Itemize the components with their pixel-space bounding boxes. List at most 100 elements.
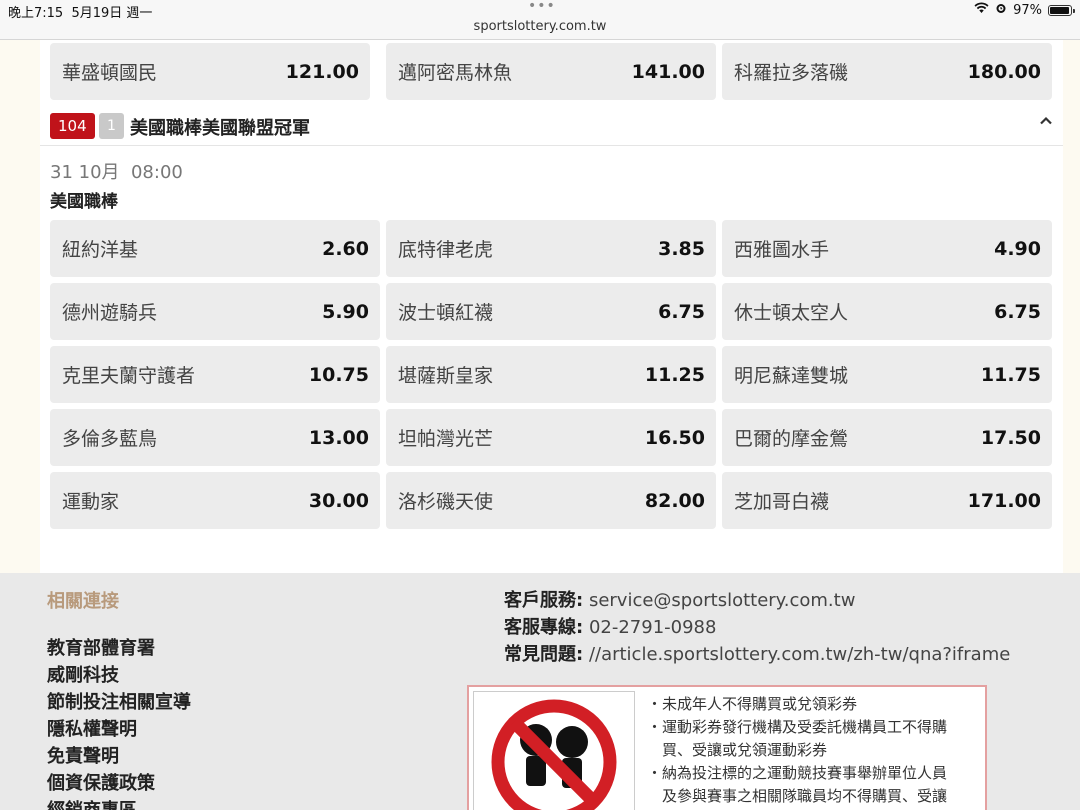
contact-phone-number[interactable]: 02-2791-0988 — [589, 617, 717, 638]
footer-link[interactable]: 教育部體育署 — [47, 635, 191, 662]
selection-odds: 121.00 — [285, 60, 359, 83]
selection-name: 邁阿密馬林魚 — [398, 62, 513, 84]
selection-cell[interactable]: 多倫多藍鳥 13.00 — [50, 409, 380, 466]
selection-odds: 10.75 — [308, 363, 369, 386]
faq-link[interactable]: //article.sportslottery.com.tw/zh-tw/qna… — [589, 644, 1010, 665]
event-league: 美國職棒 — [50, 192, 118, 212]
selection-name: 坦帕灣光芒 — [398, 428, 494, 450]
selection-cell[interactable]: 華盛頓國民 121.00 — [50, 43, 370, 100]
market-header[interactable]: 104 1 美國職棒美國聯盟冠軍 — [40, 102, 1063, 146]
contact-label: 常見問題: — [504, 644, 584, 665]
selection-cell[interactable]: 坦帕灣光芒 16.50 — [386, 409, 716, 466]
selection-cell[interactable]: 巴爾的摩金鶯 17.50 — [722, 409, 1052, 466]
selection-odds: 2.60 — [322, 237, 369, 260]
contact-faq: 常見問題: //article.sportslottery.com.tw/zh-… — [504, 641, 1010, 668]
selection-cell[interactable]: 底特律老虎 3.85 — [386, 220, 716, 277]
selection-name: 華盛頓國民 — [62, 62, 158, 84]
selection-cell[interactable]: 波士頓紅襪 6.75 — [386, 283, 716, 340]
selection-odds: 171.00 — [967, 489, 1041, 512]
selection-odds: 4.90 — [994, 237, 1041, 260]
selection-cell[interactable]: 德州遊騎兵 5.90 — [50, 283, 380, 340]
selection-odds: 30.00 — [308, 489, 369, 512]
contact-service: 客戶服務: service@sportslottery.com.tw — [504, 587, 1010, 614]
notice-line: ・納為投注標的之運動競技賽事舉辦單位人員 — [647, 764, 948, 782]
battery-percent: 97% — [1013, 2, 1042, 18]
selection-cell[interactable]: 明尼蘇達雙城 11.75 — [722, 346, 1052, 403]
contact-label: 客戶服務: — [504, 590, 584, 611]
selection-name: 多倫多藍鳥 — [62, 428, 158, 450]
selection-name: 科羅拉多落磯 — [734, 62, 849, 84]
selection-odds: 141.00 — [631, 60, 705, 83]
selection-odds: 6.75 — [994, 300, 1041, 323]
notice-line: ・運動彩券發行機構及受委託機構員工不得購 — [647, 718, 948, 736]
contact-phone: 客服專線: 02-2791-0988 — [504, 614, 1010, 641]
responsible-gaming-notice: ・未成年人不得購買或兌領彩券 ・運動彩券發行機構及受委託機構員工不得購 買、受讓… — [467, 685, 987, 810]
no-minors-sign-icon — [473, 691, 635, 810]
footer-link[interactable]: 經銷商專區 — [47, 797, 191, 810]
related-links-title: 相關連接 — [47, 591, 119, 612]
selection-name: 克里夫蘭守護者 — [62, 365, 196, 387]
battery-icon — [1048, 4, 1075, 16]
market-number-badge: 104 — [50, 113, 95, 139]
browser-status-bar: 晚上7:15 5月19日 週一 ••• sportslottery.com.tw… — [0, 0, 1080, 40]
selection-cell[interactable]: 休士頓太空人 6.75 — [722, 283, 1052, 340]
selection-cell[interactable]: 運動家 30.00 — [50, 472, 380, 529]
selection-cell[interactable]: 堪薩斯皇家 11.25 — [386, 346, 716, 403]
selection-cell[interactable]: 西雅圖水手 4.90 — [722, 220, 1052, 277]
selection-odds: 16.50 — [644, 426, 705, 449]
selection-cell[interactable]: 邁阿密馬林魚 141.00 — [386, 43, 716, 100]
selection-name: 波士頓紅襪 — [398, 302, 494, 324]
selection-odds: 17.50 — [980, 426, 1041, 449]
selection-cell[interactable]: 克里夫蘭守護者 10.75 — [50, 346, 380, 403]
market-card: 104 1 美國職棒美國聯盟冠軍 31 10月 08:00 美國職棒 紐約洋基 2… — [40, 102, 1063, 573]
selection-cell[interactable]: 洛杉磯天使 82.00 — [386, 472, 716, 529]
selection-name: 紐約洋基 — [62, 239, 139, 261]
selection-name: 休士頓太空人 — [734, 302, 849, 324]
selection-odds: 180.00 — [967, 60, 1041, 83]
selection-name: 巴爾的摩金鶯 — [734, 428, 849, 450]
site-footer: 相關連接 教育部體育署 威剛科技 節制投注相關宣導 隱私權聲明 免責聲明 個資保… — [0, 573, 1080, 810]
footer-link[interactable]: 個資保護政策 — [47, 770, 191, 797]
contact-email[interactable]: service@sportslottery.com.tw — [589, 590, 855, 611]
selection-odds: 5.90 — [322, 300, 369, 323]
selection-name: 洛杉磯天使 — [398, 491, 494, 513]
more-dots-icon[interactable]: ••• — [528, 0, 556, 14]
selection-name: 運動家 — [62, 491, 120, 513]
selection-name: 堪薩斯皇家 — [398, 365, 494, 387]
battery-level — [1050, 6, 1070, 14]
related-links-list: 教育部體育署 威剛科技 節制投注相關宣導 隱私權聲明 免責聲明 個資保護政策 經… — [47, 635, 191, 810]
footer-link[interactable]: 免責聲明 — [47, 743, 191, 770]
alarm-icon — [995, 2, 1007, 18]
selection-name: 德州遊騎兵 — [62, 302, 158, 324]
address-url[interactable]: sportslottery.com.tw — [0, 19, 1080, 34]
selection-cell[interactable]: 科羅拉多落磯 180.00 — [722, 43, 1052, 100]
notice-line: ・未成年人不得購買或兌領彩券 — [647, 695, 858, 713]
selection-cell[interactable]: 紐約洋基 2.60 — [50, 220, 380, 277]
notice-text: ・未成年人不得購買或兌領彩券 ・運動彩券發行機構及受委託機構員工不得購 買、受讓… — [647, 693, 977, 808]
notice-line: 及參與賽事之相關隊職員均不得購買、受讓 — [647, 787, 948, 805]
contact-info: 客戶服務: service@sportslottery.com.tw 客服專線:… — [504, 587, 1010, 668]
footer-link[interactable]: 隱私權聲明 — [47, 716, 191, 743]
selection-name: 芝加哥白襪 — [734, 491, 830, 513]
selection-odds: 6.75 — [658, 300, 705, 323]
status-right: 97% — [974, 2, 1075, 18]
notice-line: 買、受讓或兌領運動彩券 — [647, 741, 828, 759]
chevron-up-icon[interactable] — [1039, 114, 1053, 130]
footer-link[interactable]: 節制投注相關宣導 — [47, 689, 191, 716]
event-datetime: 31 10月 08:00 — [50, 162, 183, 183]
selection-name: 底特律老虎 — [398, 239, 494, 261]
market-title: 美國職棒美國聯盟冠軍 — [130, 118, 310, 139]
contact-label: 客服專線: — [504, 617, 584, 638]
selection-name: 西雅圖水手 — [734, 239, 830, 261]
footer-link[interactable]: 威剛科技 — [47, 662, 191, 689]
selection-odds: 13.00 — [308, 426, 369, 449]
selection-name: 明尼蘇達雙城 — [734, 365, 849, 387]
selection-odds: 11.75 — [980, 363, 1041, 386]
selection-odds: 82.00 — [644, 489, 705, 512]
wifi-icon — [974, 2, 989, 18]
page-content: 華盛頓國民 121.00 邁阿密馬林魚 141.00 科羅拉多落磯 180.00… — [0, 40, 1080, 573]
selection-odds: 3.85 — [658, 237, 705, 260]
market-count-badge: 1 — [99, 113, 124, 139]
selection-cell[interactable]: 芝加哥白襪 171.00 — [722, 472, 1052, 529]
selection-odds: 11.25 — [644, 363, 705, 386]
